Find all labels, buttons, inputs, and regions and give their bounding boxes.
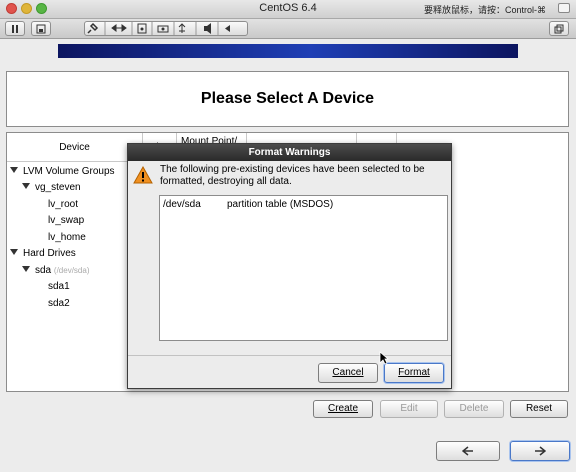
page-title: Please Select A Device: [200, 90, 375, 107]
tree-row-vg-steven[interactable]: vg_steven: [22, 182, 81, 193]
expander-icon[interactable]: [22, 183, 30, 189]
expander-icon[interactable]: [10, 167, 18, 173]
list-item-device: /dev/sda: [163, 199, 201, 210]
format-warnings-dialog: Format Warnings The following pre-existi…: [127, 143, 452, 389]
device-button-group: [84, 21, 248, 36]
progress-banner: [58, 44, 518, 58]
fullscreen-button[interactable]: [558, 3, 570, 13]
tree-row-sda2[interactable]: sda2: [48, 298, 70, 309]
delete-button[interactable]: Delete: [444, 400, 504, 418]
restore-icon: [554, 24, 564, 34]
device-format-list[interactable]: /dev/sda partition table (MSDOS): [159, 195, 448, 341]
window-titlebar: CentOS 6.4 要释放鼠标，请按：Control-⌘: [0, 0, 576, 19]
device-path-note: (/dev/sda): [53, 266, 90, 275]
expander-icon[interactable]: [10, 249, 18, 255]
list-item-description: partition table (MSDOS): [227, 199, 334, 210]
tree-row-hard-drives[interactable]: Hard Drives: [10, 248, 76, 259]
device-icons: [87, 22, 230, 35]
create-button[interactable]: Create: [313, 400, 373, 418]
tree-row-lv-home[interactable]: lv_home: [48, 232, 86, 243]
back-arrow-icon: [461, 446, 473, 456]
warning-icon: [133, 166, 153, 184]
snapshot-icon: [36, 24, 46, 34]
expander-icon[interactable]: [22, 266, 30, 272]
pause-icon: [12, 25, 18, 33]
next-arrow-icon: [535, 446, 547, 456]
edit-button[interactable]: Edit: [380, 400, 438, 418]
column-header-device[interactable]: Device: [7, 133, 143, 162]
next-button[interactable]: [510, 441, 570, 461]
dialog-separator: [128, 355, 451, 356]
window-restore-button[interactable]: [549, 21, 569, 36]
tree-row-sda1[interactable]: sda1: [48, 281, 70, 292]
snapshot-button[interactable]: [31, 21, 51, 36]
pause-button[interactable]: [5, 21, 25, 36]
tree-row-lvm-volume-groups[interactable]: LVM Volume Groups: [10, 166, 115, 177]
tree-row-sda[interactable]: sda (/dev/sda): [22, 265, 89, 276]
reset-button[interactable]: Reset: [510, 400, 568, 418]
back-button[interactable]: [436, 441, 500, 461]
mouse-cursor-icon: [379, 351, 389, 365]
cancel-button[interactable]: Cancel: [318, 363, 378, 383]
dialog-title: Format Warnings: [128, 144, 451, 161]
format-button[interactable]: Format: [384, 363, 444, 383]
tree-row-lv-swap[interactable]: lv_swap: [48, 215, 84, 226]
mouse-release-hint: 要释放鼠标，请按：Control-⌘: [423, 5, 546, 15]
dialog-message: The following pre-existing devices have …: [160, 164, 425, 187]
page-header: Please Select A Device: [6, 71, 569, 127]
tree-row-lv-root[interactable]: lv_root: [48, 199, 78, 210]
vm-toolbar: [0, 19, 576, 39]
